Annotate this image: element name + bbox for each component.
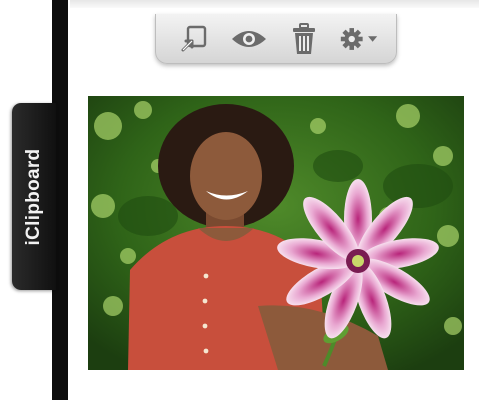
trash-icon <box>292 22 315 54</box>
paste-into-icon <box>181 25 206 51</box>
delete-button[interactable] <box>284 19 324 59</box>
iclipboard-tab[interactable]: iClipboard <box>12 103 56 290</box>
gear-dropdown-icon <box>340 27 377 50</box>
eye-icon <box>231 30 266 47</box>
iclipboard-tab-label: iClipboard <box>23 148 44 245</box>
clip-image[interactable] <box>88 96 464 370</box>
clip-toolbar <box>155 14 397 64</box>
preview-button[interactable] <box>229 19 269 59</box>
clip-photo <box>88 96 464 370</box>
paste-button[interactable] <box>174 19 214 59</box>
settings-menu-button[interactable] <box>339 19 379 59</box>
